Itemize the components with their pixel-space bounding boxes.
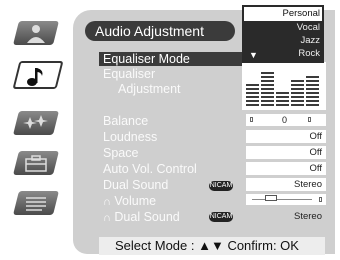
equaliser-adjustment-label: Adjustment (118, 82, 181, 96)
eq-bars (246, 72, 319, 106)
volume-track (252, 199, 312, 200)
dual-sound-value[interactable]: Stereo (246, 178, 326, 191)
menu-item-loudness[interactable]: Loudness (103, 130, 157, 144)
nicam-badge: NICAM (209, 181, 233, 191)
menu-item-space[interactable]: Space (103, 146, 138, 160)
equaliser-mode-dropdown[interactable]: Personal Vocal Jazz Rock ▼ (242, 5, 324, 63)
headphone-dual-sound-label: Dual Sound (114, 210, 180, 224)
menu-item-equaliser-adjustment[interactable]: Equaliser (103, 67, 155, 81)
dropdown-option-personal[interactable]: Personal (244, 7, 322, 21)
equaliser-graphic (242, 62, 326, 110)
toolbox-icon (25, 155, 47, 172)
tab-audio[interactable] (10, 60, 64, 90)
menu-item-headphone-dual-sound[interactable]: ∩ Dual Sound (103, 210, 180, 224)
space-value[interactable]: Off (246, 146, 326, 159)
document-icon (26, 197, 46, 211)
tab-teletext[interactable] (10, 188, 60, 218)
headphone-volume-label: Volume (114, 194, 157, 208)
page-title: Audio Adjustment (85, 21, 235, 41)
balance-left-tick (250, 117, 253, 122)
dropdown-option-vocal[interactable]: Vocal (297, 22, 320, 33)
menu-item-equaliser-adjustment-line2: Adjustment (118, 82, 181, 96)
menu-item-auto-vol[interactable]: Auto Vol. Control (103, 162, 197, 176)
loudness-value[interactable]: Off (246, 130, 326, 143)
balance-right-tick (308, 117, 311, 122)
menu-item-balance[interactable]: Balance (103, 114, 148, 128)
tab-installation[interactable] (10, 148, 60, 178)
headphone-icon: ∩ (103, 212, 111, 224)
tab-features[interactable] (10, 108, 60, 138)
sparkle-icon (23, 115, 48, 129)
volume-tick (319, 197, 322, 202)
nicam-badge: NICAM (209, 212, 233, 222)
balance-value: 0 (282, 115, 288, 125)
headphone-dual-sound-value[interactable]: Stereo (246, 210, 326, 223)
volume-knob[interactable] (264, 195, 277, 201)
volume-slider[interactable] (246, 194, 326, 205)
person-icon (27, 25, 45, 43)
equaliser-label: Equaliser (103, 67, 156, 81)
scroll-down-arrow-icon[interactable]: ▼ (249, 50, 258, 60)
dropdown-option-jazz[interactable]: Jazz (300, 35, 320, 46)
menu-item-equaliser-mode[interactable]: Equaliser Mode (99, 52, 249, 66)
menu-item-dual-sound[interactable]: Dual Sound (103, 178, 168, 192)
menu-item-headphone-volume[interactable]: ∩ Volume (103, 194, 156, 208)
headphone-icon: ∩ (103, 196, 111, 208)
balance-slider[interactable]: 0 (246, 114, 326, 126)
tab-picture[interactable] (10, 18, 60, 48)
music-note-icon (27, 68, 43, 86)
auto-vol-value[interactable]: Off (246, 162, 326, 175)
help-footer: Select Mode : ▲▼ Confirm: OK (99, 237, 325, 255)
dropdown-option-rock[interactable]: Rock (298, 48, 320, 59)
